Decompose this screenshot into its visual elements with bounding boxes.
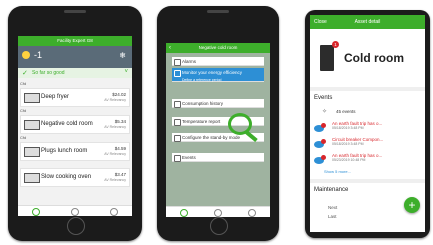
events-title: Events bbox=[314, 95, 333, 101]
tab-bar bbox=[166, 206, 270, 217]
phone-speaker bbox=[64, 10, 86, 13]
thermometer-icon bbox=[174, 119, 181, 126]
history-icon bbox=[174, 101, 181, 108]
home-button bbox=[67, 217, 85, 235]
menu-label: Configure the stand-by mode bbox=[182, 135, 241, 140]
list-item-value: $5.34 bbox=[114, 119, 126, 124]
status-bar[interactable]: ✓ So far so good ˅ bbox=[18, 68, 132, 78]
screen-asset-detail: Close Asset detail 1 Cold room Events ✧ … bbox=[310, 15, 425, 232]
status-text: So far so good bbox=[32, 70, 65, 76]
list-item-deep-fryer[interactable]: Deep fryer $24.02 AV Relevancy bbox=[20, 88, 130, 107]
magnifier-overlay-icon bbox=[228, 113, 258, 143]
menu-item-energy-efficiency[interactable]: Monitor your energy efficiency Define a … bbox=[172, 68, 264, 82]
weather-banner: -1 ❄ bbox=[18, 46, 132, 68]
alert-dot-icon bbox=[321, 139, 326, 144]
list-item-label: Slow cooking oven bbox=[41, 174, 92, 180]
phone-facility-expert: Facility Expert G8 -1 ❄ ✓ So far so good… bbox=[8, 6, 142, 241]
list-item-value: $3.47 bbox=[114, 172, 126, 177]
tab-documents-icon[interactable] bbox=[214, 209, 222, 217]
list-item-value: $4.59 bbox=[114, 146, 126, 151]
tab-home-icon[interactable] bbox=[32, 208, 40, 216]
menu-sublabel: Define a reference period bbox=[182, 78, 222, 82]
header-bar: Facility Expert G8 bbox=[18, 36, 132, 46]
alarm-icon bbox=[174, 59, 181, 66]
maintenance-title: Maintenance bbox=[314, 187, 349, 193]
header-title: Asset detail bbox=[354, 19, 381, 25]
standby-icon bbox=[174, 135, 181, 142]
tab-tools-icon[interactable] bbox=[248, 209, 256, 217]
list-item-negative-cold-room[interactable]: Negative cold room $5.34 AV Relevancy bbox=[20, 115, 130, 134]
tab-documents-icon[interactable] bbox=[71, 208, 79, 216]
weather-temp: -1 bbox=[34, 50, 43, 60]
asset-card: 1 Cold room bbox=[310, 29, 425, 87]
section-label: Cfd bbox=[20, 135, 27, 140]
cold-room-icon bbox=[24, 120, 40, 130]
tab-tools-icon[interactable] bbox=[110, 208, 118, 216]
asset-image-icon bbox=[320, 45, 334, 71]
list-item-sub: AV Relevancy bbox=[104, 98, 126, 102]
snow-icon: ❄ bbox=[119, 51, 126, 60]
menu-label: Events bbox=[182, 155, 196, 160]
home-button bbox=[210, 217, 228, 235]
lightbulb-icon: ✧ bbox=[322, 109, 328, 115]
weather-icon bbox=[22, 51, 30, 59]
screen-menu: ‹ Negative cold room Alarms Monitor your… bbox=[166, 43, 270, 217]
alert-badge: 1 bbox=[332, 41, 339, 48]
tab-home-icon[interactable] bbox=[180, 209, 188, 217]
menu-label: Consumption history bbox=[182, 101, 224, 106]
alert-dot-icon bbox=[321, 155, 326, 160]
event-date: 05/18/2019 3:48 PM bbox=[332, 142, 364, 146]
event-date: 05/18/2019 3:48 PM bbox=[332, 126, 364, 130]
events-card: Events ✧ 45 events An earth fault trip h… bbox=[310, 91, 425, 179]
oven-icon bbox=[24, 173, 40, 183]
menu-item-alarms[interactable]: Alarms bbox=[172, 57, 264, 66]
list-item-label: Deep fryer bbox=[41, 94, 70, 100]
asset-title: Cold room bbox=[344, 51, 404, 65]
plug-icon bbox=[24, 147, 40, 157]
event-item[interactable]: Circuit breaker Compon... 05/18/2019 3:4… bbox=[332, 137, 383, 146]
header-bar: Close Asset detail bbox=[310, 15, 425, 29]
events-icon bbox=[174, 155, 181, 162]
event-date: 05/23/2019 10:48 PM bbox=[332, 158, 366, 162]
list-item-slow-cooking-oven[interactable]: Slow cooking oven $3.47 AV Relevancy bbox=[20, 168, 130, 187]
maintenance-last-label: Last bbox=[328, 214, 337, 219]
menu-label: Temperature report bbox=[182, 119, 221, 124]
list-item-plugs-lunch-room[interactable]: Plugs lunch room $4.59 AV Relevancy bbox=[20, 142, 130, 161]
section-label: Cfd bbox=[20, 108, 27, 113]
chevron-down-icon: ˅ bbox=[124, 69, 128, 75]
maintenance-next-label: Next bbox=[328, 205, 338, 210]
efficiency-icon bbox=[174, 70, 181, 77]
menu-label: Monitor your energy efficiency bbox=[182, 70, 242, 75]
list-item-sub: AV Relevancy bbox=[104, 152, 126, 156]
header-bar: ‹ Negative cold room bbox=[166, 43, 270, 53]
list-item-value: $24.02 bbox=[112, 92, 126, 97]
list-item-label: Negative cold room bbox=[41, 121, 93, 127]
back-icon[interactable]: ‹ bbox=[169, 43, 171, 53]
show-more-link[interactable]: Show 5 more... bbox=[324, 169, 351, 174]
phone-asset-detail: Close Asset detail 1 Cold room Events ✧ … bbox=[305, 10, 430, 238]
menu-item-events[interactable]: Events bbox=[172, 153, 264, 162]
list-item-sub: AV Relevancy bbox=[104, 125, 126, 129]
section-label: Cfd bbox=[20, 81, 27, 86]
alert-dot-icon bbox=[321, 123, 326, 128]
fryer-icon bbox=[24, 93, 40, 103]
close-button[interactable]: Close bbox=[314, 15, 327, 29]
header-title: Negative cold room bbox=[198, 45, 238, 50]
phone-menu: ‹ Negative cold room Alarms Monitor your… bbox=[157, 6, 279, 241]
list-item-label: Plugs lunch room bbox=[41, 148, 88, 154]
screen-overview: Facility Expert G8 -1 ❄ ✓ So far so good… bbox=[18, 36, 132, 216]
list-item-sub: AV Relevancy bbox=[104, 178, 126, 182]
menu-item-consumption-history[interactable]: Consumption history bbox=[172, 99, 264, 108]
check-icon: ✓ bbox=[22, 70, 28, 77]
tab-bar bbox=[18, 205, 132, 216]
event-item[interactable]: An earth fault trip has o... 05/23/2019 … bbox=[332, 153, 382, 162]
menu-label: Alarms bbox=[182, 59, 197, 64]
add-fab-button[interactable]: + bbox=[404, 197, 420, 213]
phone-speaker bbox=[207, 10, 229, 13]
event-item[interactable]: An earth fault trip has o... 05/18/2019 … bbox=[332, 121, 382, 130]
events-count: 45 events bbox=[336, 109, 356, 114]
